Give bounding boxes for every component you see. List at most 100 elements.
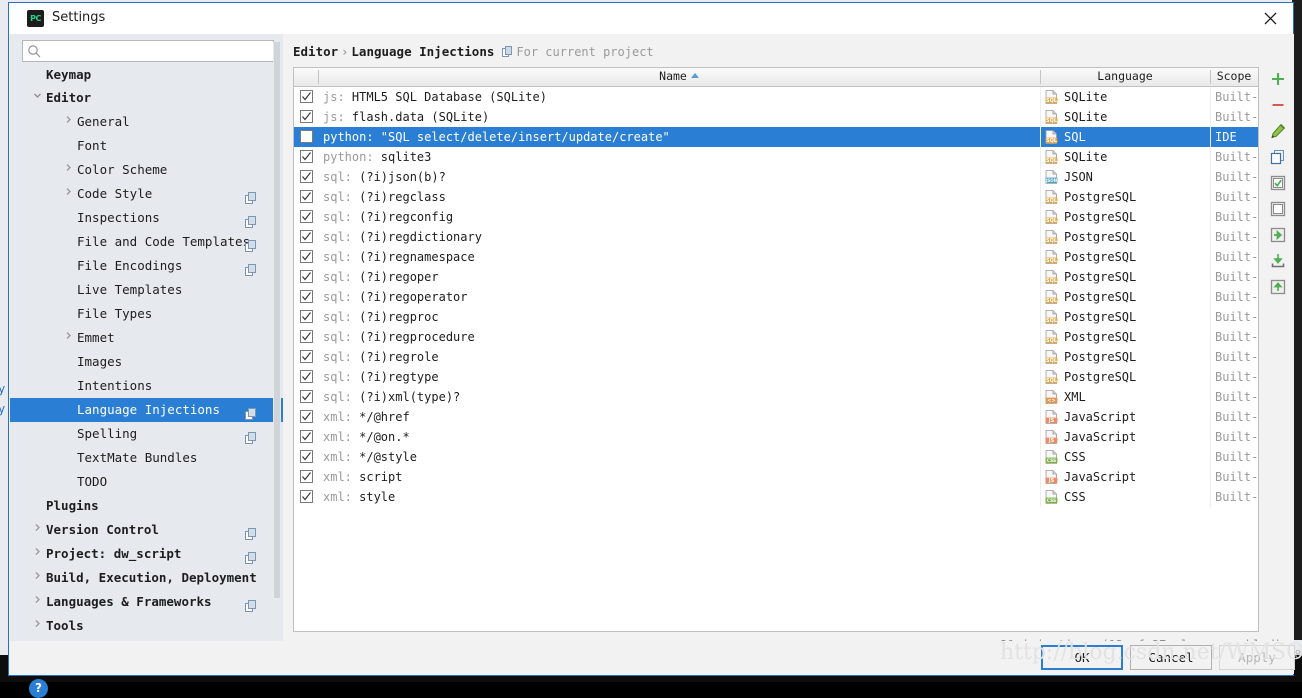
row-checkbox[interactable] (300, 450, 313, 463)
row-checkbox[interactable] (300, 90, 313, 103)
chevron-down-icon[interactable] (29, 86, 45, 110)
sidebar-item-file-encodings[interactable]: File Encodings (10, 254, 283, 278)
row-name-prefix: sql: (323, 230, 360, 244)
table-row[interactable]: sql: (?i)regclass SQL PostgreSQL Built-in (294, 187, 1258, 207)
sidebar-item-inspections[interactable]: Inspections (10, 206, 283, 230)
sidebar-item-textmate-bundles[interactable]: TextMate Bundles (10, 446, 283, 470)
sidebar-item-color-scheme[interactable]: Color Scheme (10, 158, 283, 182)
table-row[interactable]: js: flash.data (SQLite) SQL SQLite Built-in (294, 107, 1258, 127)
sidebar-item-editor[interactable]: Editor (10, 86, 283, 110)
row-checkbox[interactable] (300, 230, 313, 243)
chevron-right-icon[interactable] (29, 518, 45, 542)
disable-all-button[interactable] (1265, 197, 1291, 223)
row-checkbox[interactable] (300, 310, 313, 323)
sidebar-item-code-style[interactable]: Code Style (10, 182, 283, 206)
remove-injection-button[interactable] (1265, 93, 1291, 119)
import-button[interactable] (1265, 249, 1291, 275)
row-checkbox[interactable] (300, 210, 313, 223)
row-checkbox[interactable] (300, 250, 313, 263)
row-checkbox[interactable] (300, 490, 313, 503)
sidebar-item-live-templates[interactable]: Live Templates (10, 278, 283, 302)
table-row[interactable]: sql: (?i)regnamespace SQL PostgreSQL Built-… (294, 247, 1258, 267)
row-checkbox[interactable] (300, 130, 313, 143)
sidebar-scrollbar[interactable] (273, 42, 281, 602)
pencil-icon (1270, 123, 1286, 142)
row-checkbox[interactable] (300, 190, 313, 203)
sidebar-item-project-dw-script[interactable]: Project: dw_script (10, 542, 283, 566)
row-checkbox[interactable] (300, 350, 313, 363)
breadcrumb-root[interactable]: Editor (293, 44, 338, 59)
ok-button[interactable]: OK (1041, 645, 1123, 670)
search-box[interactable] (22, 40, 274, 63)
row-checkbox[interactable] (300, 270, 313, 283)
chevron-right-icon[interactable] (60, 182, 76, 206)
table-row[interactable]: sql: (?i)regconfig SQL PostgreSQL Built-in (294, 207, 1258, 227)
table-row[interactable]: python: sqlite3 SQL SQLite Built-in (294, 147, 1258, 167)
table-row[interactable]: sql: (?i)regtype SQL PostgreSQL Built-in (294, 367, 1258, 387)
table-row[interactable]: sql: (?i)regoperator SQL PostgreSQL Built-i… (294, 287, 1258, 307)
row-checkbox[interactable] (300, 470, 313, 483)
sidebar-item-label: Font (77, 138, 108, 153)
sidebar-item-keymap[interactable]: Keymap (10, 70, 283, 86)
sidebar-item-general[interactable]: General (10, 110, 283, 134)
sidebar-item-version-control[interactable]: Version Control (10, 518, 283, 542)
chevron-right-icon[interactable] (29, 614, 45, 638)
sidebar-item-file-types[interactable]: File Types (10, 302, 283, 326)
table-row[interactable]: python: "SQL select/delete/insert/update… (294, 127, 1258, 147)
search-input[interactable] (47, 41, 273, 63)
row-checkbox[interactable] (300, 370, 313, 383)
sidebar-item-spelling[interactable]: Spelling (10, 422, 283, 446)
chevron-right-icon[interactable] (60, 110, 76, 134)
sidebar-item-file-and-code-templates[interactable]: File and Code Templates (10, 230, 283, 254)
row-checkbox[interactable] (300, 330, 313, 343)
row-language-text: JavaScript (1064, 410, 1137, 424)
row-checkbox[interactable] (300, 170, 313, 183)
sidebar-item-build-execution-deployment[interactable]: Build, Execution, Deployment (10, 566, 283, 590)
sidebar-item-plugins[interactable]: Plugins (10, 494, 283, 518)
row-checkbox[interactable] (300, 150, 313, 163)
table-row[interactable]: xml: script JS JavaScript Built-in (294, 467, 1258, 487)
chevron-right-icon[interactable] (60, 158, 76, 182)
sidebar-item-tools[interactable]: Tools (10, 614, 283, 638)
column-header-language[interactable]: Language (1042, 68, 1208, 85)
table-row[interactable]: xml: style CSS CSS Built-in (294, 487, 1258, 507)
row-checkbox[interactable] (300, 430, 313, 443)
column-header-name[interactable]: Name (320, 68, 1038, 85)
edit-injection-button[interactable] (1265, 119, 1291, 145)
chevron-right-icon[interactable] (29, 542, 45, 566)
table-row[interactable]: xml: */@href JS JavaScript Built-in (294, 407, 1258, 427)
row-checkbox[interactable] (300, 390, 313, 403)
table-row[interactable]: sql: (?i)json(b)? JSON JSON Built-in (294, 167, 1258, 187)
table-row[interactable]: sql: (?i)xml(type)? <> XML Built-in (294, 387, 1258, 407)
column-header-scope[interactable]: Scope (1212, 68, 1256, 85)
sidebar-item-images[interactable]: Images (10, 350, 283, 374)
sidebar-item-languages-frameworks[interactable]: Languages & Frameworks (10, 590, 283, 614)
sidebar-item-intentions[interactable]: Intentions (10, 374, 283, 398)
chevron-right-icon[interactable] (60, 326, 76, 350)
table-row[interactable]: xml: */@style CSS CSS Built-in (294, 447, 1258, 467)
export-button[interactable] (1265, 275, 1291, 301)
duplicate-injection-button[interactable] (1265, 145, 1291, 171)
sidebar-item-font[interactable]: Font (10, 134, 283, 158)
row-checkbox[interactable] (300, 110, 313, 123)
table-row[interactable]: sql: (?i)regrole SQL PostgreSQL Built-in (294, 347, 1258, 367)
enable-all-button[interactable] (1265, 171, 1291, 197)
sidebar-item-todo[interactable]: TODO (10, 470, 283, 494)
sidebar-item-emmet[interactable]: Emmet (10, 326, 283, 350)
table-row[interactable]: xml: */@on.* JS JavaScript Built-in (294, 427, 1258, 447)
close-icon[interactable] (1248, 3, 1293, 33)
row-checkbox[interactable] (300, 290, 313, 303)
add-injection-button[interactable] (1265, 67, 1291, 93)
row-checkbox[interactable] (300, 410, 313, 423)
chevron-right-icon[interactable] (29, 566, 45, 590)
table-row[interactable]: sql: (?i)regprocedure SQL PostgreSQL Built-… (294, 327, 1258, 347)
cancel-button[interactable]: Cancel (1130, 645, 1212, 670)
table-row[interactable]: js: HTML5 SQL Database (SQLite) SQL SQLite… (294, 87, 1258, 107)
table-row[interactable]: sql: (?i)regoper SQL PostgreSQL Built-in (294, 267, 1258, 287)
chevron-right-icon[interactable] (29, 590, 45, 614)
move-to-ide-button[interactable] (1265, 223, 1291, 249)
row-language-text: PostgreSQL (1064, 290, 1137, 304)
sidebar-item-language-injections[interactable]: Language Injections (10, 398, 283, 422)
table-row[interactable]: sql: (?i)regdictionary SQL PostgreSQL Built… (294, 227, 1258, 247)
table-row[interactable]: sql: (?i)regproc SQL PostgreSQL Built-in (294, 307, 1258, 327)
